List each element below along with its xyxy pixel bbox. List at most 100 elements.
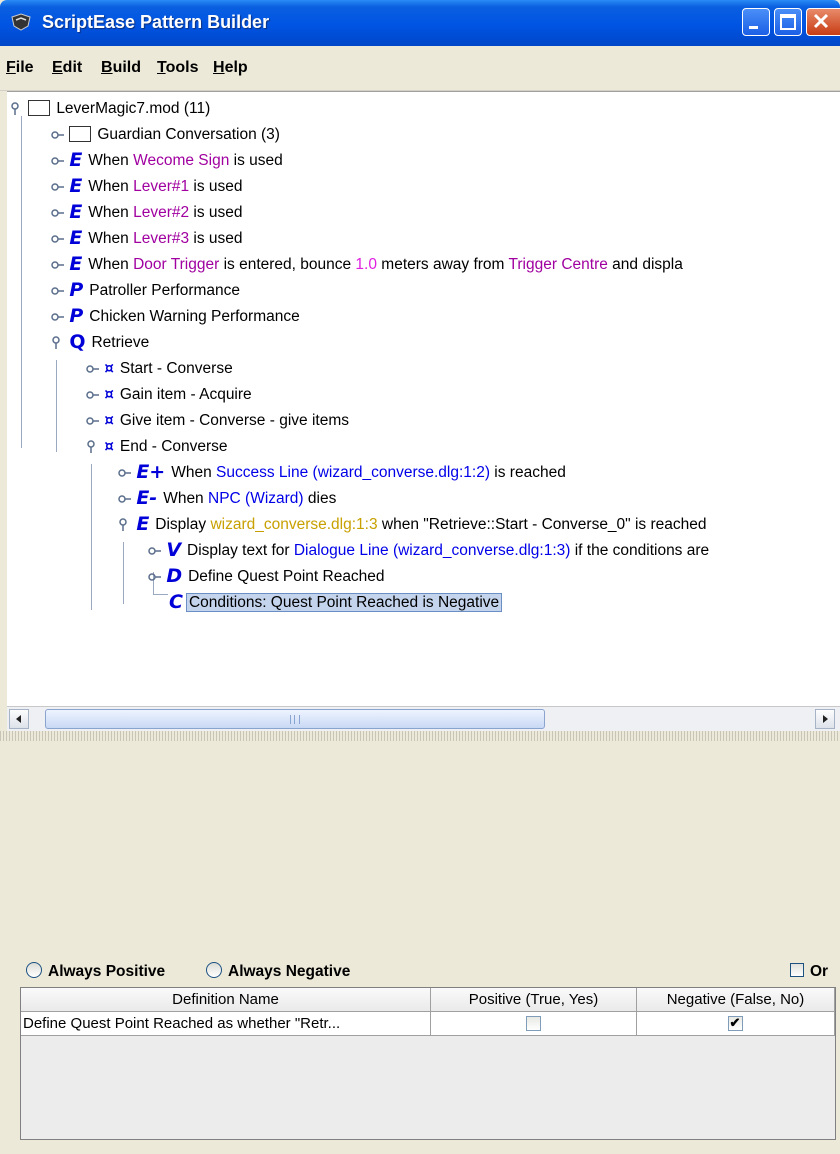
tree-node-give-item[interactable]: ¤ Give item - Converse - give items bbox=[86, 408, 349, 434]
collapsed-toggle-icon[interactable] bbox=[51, 128, 65, 142]
collapsed-toggle-icon[interactable] bbox=[51, 180, 65, 194]
collapsed-toggle-icon[interactable] bbox=[86, 388, 100, 402]
scroll-left-button[interactable] bbox=[9, 709, 29, 729]
encounter-e-icon: E bbox=[136, 513, 150, 535]
positive-checkbox[interactable] bbox=[525, 1016, 541, 1031]
tree-node-conditions[interactable]: C Conditions: Quest Point Reached is Nega… bbox=[169, 590, 503, 616]
tree-node-end-converse[interactable]: ¤ End - Converse bbox=[86, 434, 228, 460]
maximize-button[interactable] bbox=[774, 8, 802, 36]
scroll-right-button[interactable] bbox=[815, 709, 835, 729]
tree-node-lever2[interactable]: E When Lever#2 is used bbox=[51, 200, 243, 226]
collapsed-toggle-icon[interactable] bbox=[51, 154, 65, 168]
tree-label-selected: Conditions: Quest Point Reached is Negat… bbox=[185, 593, 503, 613]
encounter-e-icon: E bbox=[69, 253, 83, 275]
tree-node-patroller[interactable]: P Patroller Performance bbox=[51, 278, 240, 304]
tree-node-lever3[interactable]: E When Lever#3 is used bbox=[51, 226, 243, 252]
tree-label: Guardian Conversation (3) bbox=[97, 126, 280, 143]
tree-node-success-line[interactable]: E+ When Success Line (wizard_converse.dlg… bbox=[118, 460, 566, 486]
expanded-toggle-icon[interactable] bbox=[10, 102, 24, 116]
quest-point-icon: ¤ bbox=[104, 411, 114, 429]
or-checkbox[interactable] bbox=[790, 962, 804, 977]
collapsed-toggle-icon[interactable] bbox=[118, 492, 132, 506]
table-cell-definition-name[interactable]: Define Quest Point Reached as whether "R… bbox=[21, 1012, 431, 1036]
quest-q-icon: Q bbox=[69, 331, 86, 353]
negative-checkbox[interactable]: ✔ bbox=[727, 1016, 743, 1031]
collapsed-toggle-icon[interactable] bbox=[51, 310, 65, 324]
radio-button[interactable] bbox=[26, 961, 42, 978]
column-header-definition-name[interactable]: Definition Name bbox=[21, 988, 431, 1012]
tree-node-chicken[interactable]: P Chicken Warning Performance bbox=[51, 304, 300, 330]
column-header-negative[interactable]: Negative (False, No) bbox=[637, 988, 835, 1012]
always-negative-option[interactable]: Always Negative bbox=[206, 960, 350, 984]
menu-help-label: elp bbox=[224, 59, 248, 76]
collapsed-toggle-icon[interactable] bbox=[51, 284, 65, 298]
tree-node-display-text[interactable]: V Display text for Dialogue Line (wizard_… bbox=[148, 538, 709, 564]
collapsed-toggle-icon[interactable] bbox=[51, 232, 65, 246]
close-button[interactable] bbox=[806, 8, 840, 36]
menu-tools-mnemonic: T bbox=[157, 59, 166, 76]
tree-text: When bbox=[88, 256, 134, 274]
menu-bar: File Edit Build Tools Help bbox=[0, 46, 840, 91]
encounter-e-icon: E bbox=[69, 227, 83, 249]
table-cell-negative[interactable]: ✔ bbox=[637, 1012, 835, 1036]
tree-guide-line bbox=[56, 360, 57, 452]
definitions-table: Definition Name Positive (True, Yes) Neg… bbox=[20, 987, 836, 1140]
menu-tools[interactable]: Tools bbox=[157, 59, 198, 77]
tree-node-npc-dies[interactable]: E- When NPC (Wizard) dies bbox=[118, 486, 336, 512]
radio-button[interactable] bbox=[206, 961, 222, 978]
minimize-button[interactable] bbox=[742, 8, 770, 36]
tree-node-door-trigger[interactable]: E When Door Trigger is entered, bounce 1.… bbox=[51, 252, 683, 278]
menu-file[interactable]: File bbox=[6, 59, 34, 77]
horizontal-scrollbar[interactable] bbox=[7, 706, 840, 731]
collapsed-toggle-icon[interactable] bbox=[148, 570, 162, 584]
expanded-toggle-icon[interactable] bbox=[86, 440, 100, 454]
tree-node-root[interactable]: LeverMagic7.mod (11) bbox=[10, 96, 210, 122]
tree-node-guardian-conversation[interactable]: Guardian Conversation (3) bbox=[51, 122, 280, 148]
or-option[interactable]: Or bbox=[790, 960, 828, 984]
tree-guide-line bbox=[123, 542, 124, 604]
menu-help[interactable]: Help bbox=[213, 59, 248, 77]
tree-text: is used bbox=[189, 178, 243, 196]
always-positive-option[interactable]: Always Positive bbox=[26, 960, 165, 984]
table-cell-positive[interactable] bbox=[431, 1012, 637, 1036]
column-header-positive[interactable]: Positive (True, Yes) bbox=[431, 988, 637, 1012]
tree-node-define[interactable]: D Define Quest Point Reached bbox=[148, 564, 385, 590]
tree-node-welcome-sign[interactable]: E When Wecome Sign is used bbox=[51, 148, 283, 174]
right-arrow-icon bbox=[823, 715, 828, 723]
condition-c-icon: C bbox=[169, 591, 183, 613]
tree-node-lever1[interactable]: E When Lever#1 is used bbox=[51, 174, 243, 200]
tree-node-retrieve[interactable]: Q Retrieve bbox=[51, 330, 149, 356]
pattern-tree[interactable]: LeverMagic7.mod (11) Guardian Conversati… bbox=[7, 91, 840, 707]
encounter-minus-icon: E- bbox=[136, 487, 158, 509]
collapsed-toggle-icon[interactable] bbox=[118, 466, 132, 480]
split-pane-divider[interactable] bbox=[0, 731, 840, 741]
collapsed-toggle-icon[interactable] bbox=[148, 544, 162, 558]
tree-text: when "Retrieve::Start - Converse_0" is r… bbox=[377, 516, 707, 534]
tree-node-display[interactable]: E Display wizard_converse.dlg:1:3 when "R… bbox=[118, 512, 707, 538]
tree-dialogue-ref: wizard_converse.dlg:1:3 bbox=[210, 516, 378, 534]
collapsed-toggle-icon[interactable] bbox=[86, 362, 100, 376]
menu-build[interactable]: Build bbox=[101, 59, 141, 77]
tree-label: Gain item - Acquire bbox=[119, 386, 252, 404]
or-label: Or bbox=[810, 963, 829, 980]
menu-help-mnemonic: H bbox=[213, 59, 225, 76]
collapsed-toggle-icon[interactable] bbox=[51, 206, 65, 220]
always-negative-label: Always Negative bbox=[228, 963, 351, 980]
collapsed-toggle-icon[interactable] bbox=[51, 258, 65, 272]
collapsed-toggle-icon[interactable] bbox=[86, 414, 100, 428]
tree-node-start-converse[interactable]: ¤ Start - Converse bbox=[86, 356, 233, 382]
expanded-toggle-icon[interactable] bbox=[118, 518, 132, 532]
definition-d-icon: D bbox=[166, 565, 183, 587]
expanded-toggle-icon[interactable] bbox=[51, 336, 65, 350]
scroll-grip-icon bbox=[290, 715, 300, 724]
tree-label: Start - Converse bbox=[119, 360, 233, 378]
tree-object: Lever#1 bbox=[133, 178, 190, 196]
scroll-thumb[interactable] bbox=[45, 709, 545, 729]
menu-build-mnemonic: B bbox=[101, 59, 113, 76]
tree-text: Display text for bbox=[187, 542, 294, 560]
quest-point-icon: ¤ bbox=[104, 359, 114, 377]
tree-link: Dialogue Line (wizard_converse.dlg:1:3) bbox=[293, 542, 571, 560]
tree-node-gain-item[interactable]: ¤ Gain item - Acquire bbox=[86, 382, 252, 408]
menu-edit[interactable]: Edit bbox=[52, 59, 82, 77]
menu-build-label: uild bbox=[112, 59, 141, 76]
